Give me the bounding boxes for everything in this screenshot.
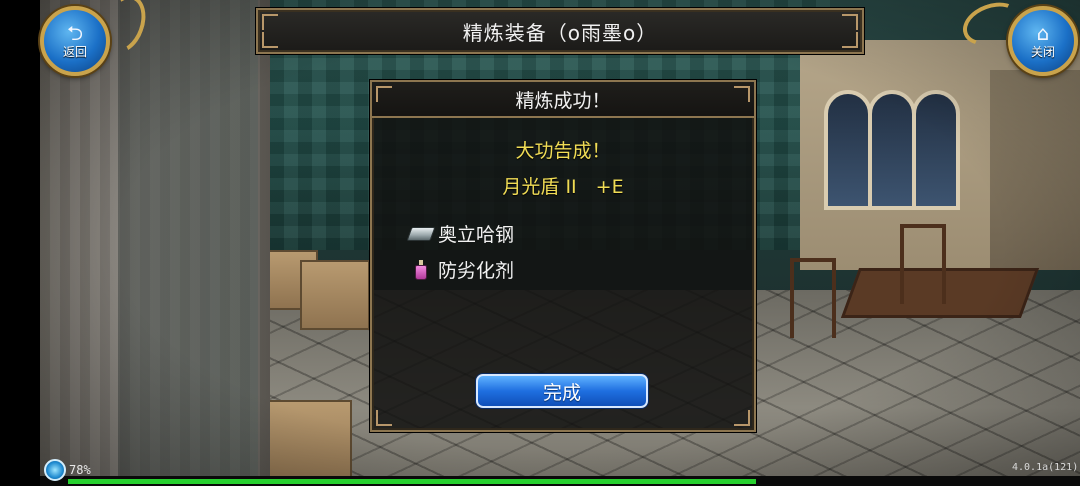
frame-corner-ornament: [734, 86, 750, 102]
potion-icon: [408, 258, 434, 282]
dialog-header: 精炼成功！: [372, 82, 754, 118]
home-icon: ⌂: [1036, 21, 1050, 45]
frame-corner-ornament: [262, 32, 278, 48]
back-arrow-icon: ⮌: [66, 21, 84, 45]
back-button-label: 返回: [62, 45, 87, 59]
battery-percent: 78%: [69, 463, 91, 477]
refined-item-name: 月光盾 II +E: [502, 176, 624, 198]
material-row: 奥立哈钢: [406, 220, 515, 247]
frame-corner-ornament: [842, 14, 858, 30]
frame-corner-ornament: [376, 410, 392, 426]
back-button[interactable]: ⮌ 返回: [40, 6, 110, 76]
frame-corner-ornament: [734, 410, 750, 426]
window-title-bar: 精炼装备（o雨墨o）: [256, 8, 864, 54]
material-name: 奥立哈钢: [438, 224, 515, 246]
version-label: 4.0.1a(121): [1012, 462, 1079, 473]
experience-bar-fill: [68, 479, 756, 484]
window-title: 精炼装备（o雨墨o）: [462, 20, 658, 45]
frame-corner-ornament: [376, 86, 392, 102]
material-name: 防劣化剂: [438, 260, 515, 282]
material-row: 防劣化剂: [408, 256, 514, 283]
ingot-icon: [406, 222, 436, 246]
close-button[interactable]: ⌂ 关闭: [1008, 6, 1078, 76]
done-button[interactable]: 完成: [476, 374, 648, 408]
frame-corner-ornament: [842, 32, 858, 48]
letterbox-left: [0, 0, 40, 486]
refine-result-dialog: 精炼成功！ 大功告成！ 月光盾 II +E 奥立哈钢 防劣化剂 完成: [370, 80, 756, 432]
close-button-label: 关闭: [1030, 45, 1055, 59]
success-headline: 大功告成！: [515, 140, 611, 162]
dialog-title: 精炼成功！: [515, 89, 611, 112]
battery-indicator: 78%: [44, 459, 91, 481]
frame-corner-ornament: [262, 14, 278, 30]
battery-icon: [44, 459, 66, 481]
